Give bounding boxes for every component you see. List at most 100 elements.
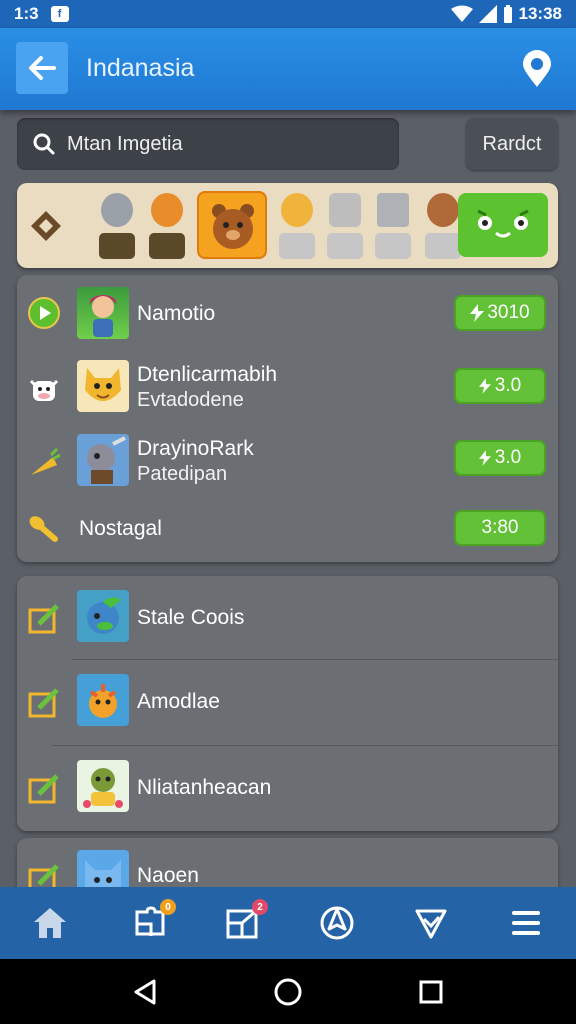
item-title: Amodlae <box>137 690 220 713</box>
nav-explore[interactable] <box>315 901 359 945</box>
category-fox[interactable] <box>147 191 187 259</box>
back-triangle-icon[interactable] <box>130 977 160 1007</box>
carrot-icon <box>31 447 61 475</box>
category-cap <box>425 233 461 259</box>
edit-icon <box>28 688 59 718</box>
list-item[interactable]: Nostagal 3:80 <box>17 503 558 551</box>
app-bar: Indanasia <box>0 28 576 110</box>
nav-games[interactable]: 0 <box>128 899 176 945</box>
price-pill[interactable]: 3:80 <box>454 510 546 546</box>
search-icon <box>33 133 55 155</box>
divider <box>72 659 558 660</box>
item-title: Nostagal <box>79 517 162 540</box>
item-subtitle: Evtadodene <box>137 389 244 411</box>
compass-icon <box>320 906 354 940</box>
category-bear-selected[interactable] <box>197 191 267 259</box>
category-cap <box>327 233 363 259</box>
price-value: 3.0 <box>494 447 522 468</box>
back-button[interactable] <box>16 42 68 94</box>
avatar <box>77 760 129 812</box>
blue-creature-icon <box>87 597 121 634</box>
nav-menu[interactable] <box>504 901 548 945</box>
category-cap <box>279 233 315 259</box>
offers-card: Namotio 3010 Dtenlicarmabih Evtadodene 3… <box>17 275 558 562</box>
list-item[interactable]: Namotio 3010 <box>17 285 558 341</box>
price-pill[interactable]: 3010 <box>454 295 546 331</box>
status-time-right: 13:38 <box>518 4 562 23</box>
page-title: Indanasia <box>86 54 195 82</box>
lightning-icon <box>470 304 485 322</box>
category-cap <box>99 233 135 259</box>
arrow-left-icon <box>29 56 56 80</box>
turtle-icon <box>83 768 123 808</box>
character-icon <box>89 295 117 337</box>
item-title: Dtenlicarmabih <box>137 363 278 386</box>
sun-creature-icon <box>89 684 117 718</box>
edit-icon <box>28 774 59 804</box>
price-pill[interactable]: 3.0 <box>454 368 546 404</box>
list-item[interactable]: Nliatanheacan <box>17 758 558 820</box>
search-input[interactable]: Mtan Imgetia <box>17 118 399 170</box>
price-value: 3.0 <box>494 375 522 396</box>
map-badge: 2 <box>252 899 268 915</box>
item-title: DrayinoRark <box>137 437 254 460</box>
list-item[interactable]: DrayinoRark Patedipan 3.0 <box>17 431 558 491</box>
play-circle-icon <box>28 297 60 329</box>
avatar <box>77 674 129 726</box>
price-pill[interactable]: 3.0 <box>454 440 546 476</box>
frog-face-icon <box>477 209 529 238</box>
item-title: Namotio <box>137 302 216 325</box>
games-badge: 0 <box>160 899 176 915</box>
category-cat[interactable] <box>277 191 317 259</box>
lightning-icon <box>478 378 491 394</box>
bear-icon <box>212 204 254 249</box>
lightning-icon <box>478 450 491 466</box>
status-time-left: 1:3 <box>14 4 39 23</box>
category-frog[interactable] <box>458 193 548 257</box>
item-subtitle: Patedipan <box>137 463 228 485</box>
wifi-icon <box>450 5 473 22</box>
home-icon <box>34 908 66 938</box>
category-tool[interactable] <box>373 191 413 259</box>
list-item[interactable]: Dtenlicarmabih Evtadodene 3.0 <box>17 357 558 417</box>
category-monkey[interactable] <box>423 191 463 259</box>
category-robot[interactable] <box>325 191 365 259</box>
avatar <box>77 590 129 642</box>
category-strip <box>17 183 558 268</box>
category-mouse[interactable] <box>97 191 137 259</box>
home-circle-icon[interactable] <box>273 977 303 1007</box>
key-icon <box>29 516 58 542</box>
nav-map[interactable]: 2 <box>220 899 268 945</box>
price-value: 3010 <box>487 302 530 323</box>
edit-icon <box>28 604 59 634</box>
divider <box>52 745 558 746</box>
nav-home[interactable] <box>28 901 72 945</box>
item-title: Naoen <box>137 864 199 887</box>
tasks-card: Stale Coois Amodlae Nliatanheacan <box>17 576 558 831</box>
random-button[interactable]: Rardct <box>466 118 558 170</box>
system-nav-bar <box>0 959 576 1024</box>
search-text: Mtan Imgetia <box>67 132 183 155</box>
fox-icon <box>151 193 183 227</box>
hammer-icon <box>377 193 409 227</box>
nav-inbox[interactable] <box>409 901 453 945</box>
cow-icon <box>29 379 59 401</box>
location-button[interactable] <box>518 48 556 90</box>
status-bar: 1:3 f 13:38 <box>0 0 576 28</box>
monkey-icon <box>427 193 459 227</box>
recents-square-icon[interactable] <box>416 977 446 1007</box>
avatar <box>77 287 129 339</box>
list-item[interactable]: Stale Coois <box>17 588 558 650</box>
list-item[interactable]: Amodlae <box>17 672 558 734</box>
cat-icon <box>281 193 313 227</box>
category-cap <box>149 233 185 259</box>
location-pin-icon <box>523 50 551 87</box>
diamond-tool-icon[interactable] <box>29 209 63 243</box>
shield-check-icon <box>415 909 447 939</box>
yellow-cat-icon <box>85 368 121 401</box>
category-cap <box>375 233 411 259</box>
bottom-nav: 0 2 <box>0 887 576 959</box>
mouse-icon <box>101 193 133 227</box>
battery-icon <box>503 5 512 23</box>
menu-icon <box>512 911 540 935</box>
